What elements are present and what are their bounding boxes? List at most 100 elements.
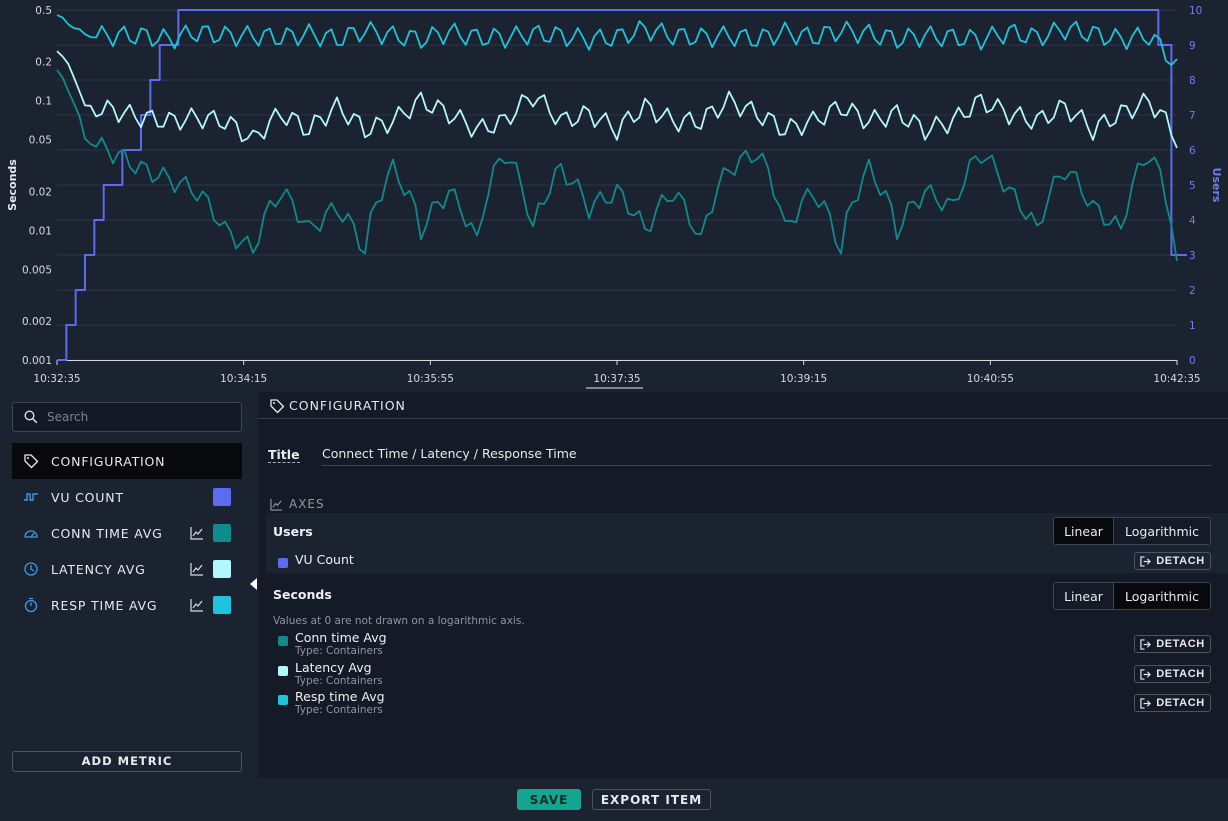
tag-icon xyxy=(22,452,40,470)
y-tick-label: 0.001 xyxy=(22,355,52,367)
series-name: Latency Avg xyxy=(295,660,372,675)
y-tick-label: 0.01 xyxy=(29,225,52,237)
search-input[interactable] xyxy=(47,407,235,427)
sidebar-item-label: VU COUNT xyxy=(51,489,124,505)
sidebar: CONFIGURATION VU COUNT CONN TIME AVG LAT… xyxy=(0,392,255,778)
sidebar-item-resp-time-avg[interactable]: RESP TIME AVG xyxy=(12,587,242,623)
y2-tick-label: 5 xyxy=(1189,180,1196,192)
x-tick-label: 10:35:55 xyxy=(407,373,454,385)
seconds-series-row: Resp time Avg Type: Containers xyxy=(278,690,385,720)
series-color-dot xyxy=(278,558,288,568)
series-type: Type: Containers xyxy=(295,675,383,687)
x-tick-label: 10:40:55 xyxy=(967,373,1014,385)
x-tick-label: 10:42:35 xyxy=(1153,373,1200,385)
export-item-button[interactable]: EXPORT ITEM xyxy=(592,789,711,810)
y2-tick-label: 0 xyxy=(1189,355,1196,367)
series-color-dot xyxy=(278,695,288,705)
x-tick-label: 10:34:15 xyxy=(220,373,267,385)
stopwatch-icon xyxy=(22,596,40,614)
search-box[interactable] xyxy=(12,402,242,432)
save-button[interactable]: SAVE xyxy=(517,789,581,810)
chart-area: 0.5 0.2 0.1 0.05 0.02 0.01 0.005 0.002 0.001 0 1 2 3… xyxy=(0,0,1228,392)
series-color-dot xyxy=(278,666,288,676)
footer: SAVE EXPORT ITEM xyxy=(0,778,1228,821)
y2-tick-label: 6 xyxy=(1189,145,1196,157)
configuration-panel: CONFIGURATION Title AXES Users Linear Lo… xyxy=(258,392,1228,778)
title-input[interactable] xyxy=(322,442,1212,466)
y-tick-label: 0.02 xyxy=(29,186,52,198)
detach-label: DETACH xyxy=(1156,638,1205,650)
panel-header: CONFIGURATION xyxy=(258,392,1228,419)
detach-button[interactable]: DETACH xyxy=(1134,665,1211,683)
sidebar-item-conn-time-avg[interactable]: CONN TIME AVG xyxy=(12,515,242,551)
y-axis-label: Seconds xyxy=(6,159,19,211)
y-tick-label: 0.1 xyxy=(35,96,52,108)
detach-label: DETACH xyxy=(1156,555,1205,567)
seconds-series-row: Latency Avg Type: Containers xyxy=(278,661,383,691)
color-swatch[interactable] xyxy=(213,560,231,578)
line-chart-icon xyxy=(270,498,283,511)
users-scale-logarithmic[interactable]: Logarithmic xyxy=(1114,518,1210,544)
detach-button[interactable]: DETACH xyxy=(1134,552,1211,570)
series-name: Conn time Avg xyxy=(295,630,387,645)
detach-label: DETACH xyxy=(1156,697,1205,709)
y2-tick-label: 7 xyxy=(1189,110,1196,122)
x-tick-label: 10:37:35 xyxy=(593,373,640,385)
y2-axis-label: Users xyxy=(1210,168,1223,203)
y-tick-label: 0.5 xyxy=(35,5,52,17)
title-label: Title xyxy=(268,447,300,463)
detach-icon xyxy=(1140,697,1152,709)
time-series-chart[interactable]: 0.5 0.2 0.1 0.05 0.02 0.01 0.005 0.002 0.001 0 1 2 3… xyxy=(0,0,1228,392)
seconds-axis-title: Seconds xyxy=(273,587,332,602)
color-swatch[interactable] xyxy=(213,488,231,506)
y2-tick-label: 1 xyxy=(1189,320,1196,332)
add-metric-button[interactable]: ADD METRIC xyxy=(12,751,242,772)
seconds-series-row: Conn time Avg Type: Containers xyxy=(278,631,387,661)
sidebar-item-configuration[interactable]: CONFIGURATION xyxy=(12,443,242,479)
users-scale-toggle: Linear Logarithmic xyxy=(1053,517,1211,545)
y2-tick-label: 10 xyxy=(1189,5,1202,17)
search-icon xyxy=(24,410,38,424)
sidebar-item-label: RESP TIME AVG xyxy=(51,597,158,613)
series-name: Resp time Avg xyxy=(295,689,385,704)
users-axis-title: Users xyxy=(273,524,313,539)
line-chart-icon[interactable] xyxy=(190,525,206,541)
seconds-scale-toggle: Linear Logarithmic xyxy=(1053,582,1211,610)
clock-icon xyxy=(22,560,40,578)
series-line-resp-time-avg xyxy=(56,14,1178,66)
gauge-icon xyxy=(22,524,40,542)
detach-icon xyxy=(1140,638,1152,650)
y-tick-label: 0.2 xyxy=(35,57,52,69)
sidebar-item-vu-count[interactable]: VU COUNT xyxy=(12,479,242,515)
series-line-latency-avg xyxy=(56,50,1178,149)
seconds-scale-linear[interactable]: Linear xyxy=(1054,583,1113,609)
series-type: Type: Containers xyxy=(295,645,383,657)
y2-tick-label: 8 xyxy=(1189,75,1196,87)
x-tick-label: 10:32:35 xyxy=(33,373,80,385)
y-tick-label: 0.05 xyxy=(29,135,52,147)
detach-button[interactable]: DETACH xyxy=(1134,694,1211,712)
users-axis-block: Users Linear Logarithmic VU Count DETACH xyxy=(266,513,1228,573)
y-tick-label: 0.002 xyxy=(22,316,52,328)
line-chart-icon[interactable] xyxy=(190,561,206,577)
color-swatch[interactable] xyxy=(213,596,231,614)
sidebar-item-label: CONN TIME AVG xyxy=(51,525,163,541)
sidebar-item-label: LATENCY AVG xyxy=(51,561,146,577)
panel-title: CONFIGURATION xyxy=(289,398,406,413)
series-line-conn-time-avg xyxy=(56,69,1178,261)
collapse-sidebar-arrow-icon[interactable] xyxy=(250,578,257,590)
detach-button[interactable]: DETACH xyxy=(1134,635,1211,653)
sidebar-item-latency-avg[interactable]: LATENCY AVG xyxy=(12,551,242,587)
line-chart-icon[interactable] xyxy=(190,597,206,613)
axes-label: AXES xyxy=(289,497,325,511)
sidebar-item-label: CONFIGURATION xyxy=(51,453,166,469)
users-scale-linear[interactable]: Linear xyxy=(1054,518,1113,544)
step-wave-icon xyxy=(22,488,40,506)
series-color-dot xyxy=(278,636,288,646)
series-type: Type: Containers xyxy=(295,704,383,716)
y2-tick-label: 2 xyxy=(1189,285,1196,297)
y-tick-label: 0.005 xyxy=(22,264,52,276)
color-swatch[interactable] xyxy=(213,524,231,542)
detach-icon xyxy=(1140,555,1152,567)
seconds-scale-logarithmic[interactable]: Logarithmic xyxy=(1114,583,1210,609)
